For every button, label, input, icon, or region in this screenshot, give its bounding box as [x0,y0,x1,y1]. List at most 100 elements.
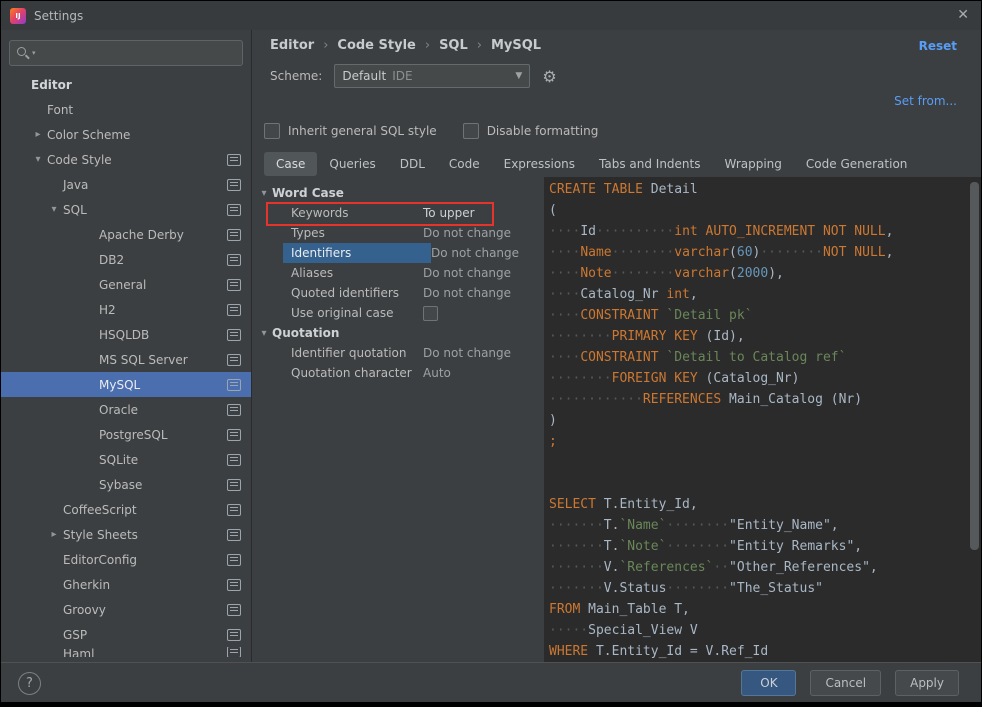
set-from-link[interactable]: Set from... [894,94,957,108]
sidebar-item-h2[interactable]: H2 [1,297,251,322]
option-value[interactable]: Do not change [423,266,511,280]
code-segment: ( [549,203,557,218]
sidebar-item-label: Editor [31,77,72,92]
checkbox-unchecked-icon[interactable] [462,123,479,139]
sidebar-item-groovy[interactable]: Groovy [1,597,251,622]
code-style-scheme-icon [227,328,241,341]
scheme-select[interactable]: Default IDE ▼ [334,64,531,88]
code-segment: , [830,518,839,533]
sidebar-item-haml[interactable]: Haml [1,647,251,657]
code-segment: FOREIGN KEY [611,371,698,386]
option-value[interactable]: Auto [423,366,451,380]
option-row-keywords[interactable]: Keywords To upper [256,202,544,226]
option-label: Aliases [291,266,334,280]
code-style-scheme-icon [227,353,241,366]
search-input[interactable] [40,45,236,61]
tab-case[interactable]: Case [264,152,318,176]
sidebar-item-apache-derby[interactable]: Apache Derby [1,222,251,247]
chevron-down-icon[interactable]: ▾ [47,204,61,215]
code-segment: V.Status [603,581,667,596]
sidebar-item-gsp[interactable]: GSP [1,622,251,647]
sidebar-item-gherkin[interactable]: Gherkin [1,572,251,597]
tab-wrapping[interactable]: Wrapping [713,152,794,176]
option-group-word-case[interactable]: ▾ Word Case [256,183,544,203]
sidebar-item-sybase[interactable]: Sybase [1,472,251,497]
tab-code-generation[interactable]: Code Generation [794,152,919,176]
option-value[interactable]: Do not change [431,246,519,260]
ok-button[interactable]: OK [741,670,797,696]
sidebar-item-font[interactable]: Font [1,97,251,122]
sidebar-item-editorconfig[interactable]: EditorConfig [1,547,251,572]
apply-button[interactable]: Apply [895,670,959,696]
reset-link[interactable]: Reset [919,39,957,53]
tab-code[interactable]: Code [437,152,492,176]
chevron-right-icon[interactable]: ▸ [31,129,45,140]
option-row-quotation-character[interactable]: Quotation character Auto [256,363,544,383]
code-style-scheme-icon [227,453,241,466]
checkbox-item-inherit-general-sql-style[interactable]: Inherit general SQL style [264,123,437,139]
code-line: ·······T.`Note`········"Entity Remarks", [549,536,981,557]
option-value[interactable]: To upper [423,206,475,220]
tab-expressions[interactable]: Expressions [492,152,587,176]
code-segment: ···· [549,245,581,260]
intellij-logo-icon: IJ [10,7,26,24]
option-row-identifier-quotation[interactable]: Identifier quotation Do not change [256,343,544,363]
code-segment: , [689,287,698,302]
checkbox-item-disable-formatting[interactable]: Disable formatting [462,123,598,139]
sidebar-item-java[interactable]: Java [1,172,251,197]
close-icon[interactable]: ✕ [957,7,969,23]
option-value[interactable]: Do not change [423,286,511,300]
sidebar-item-color-scheme[interactable]: ▸ Color Scheme [1,122,251,147]
cancel-button[interactable]: Cancel [810,670,882,696]
sidebar-item-db2[interactable]: DB2 [1,247,251,272]
chevron-right-icon[interactable]: ▸ [47,529,61,540]
sidebar-item-general[interactable]: General [1,272,251,297]
dialog-buttons: OK Cancel Apply [741,670,959,696]
option-label: Use original case [291,306,394,320]
option-row-identifiers[interactable]: Identifiers Do not change [256,243,544,263]
checkbox-unchecked-icon[interactable] [264,123,280,139]
breadcrumb-item-mysql[interactable]: MySQL [491,38,541,53]
sidebar-item-coffeescript[interactable]: CoffeeScript [1,497,251,522]
sidebar-item-hsqldb[interactable]: HSQLDB [1,322,251,347]
breadcrumb-item-editor[interactable]: Editor [270,38,314,53]
sidebar-item-postgresql[interactable]: PostgreSQL [1,422,251,447]
code-style-scheme-icon [227,578,241,591]
settings-search-box[interactable]: ▾ [9,40,243,66]
chevron-down-icon[interactable]: ▾ [256,328,272,339]
search-history-caret-icon[interactable]: ▾ [32,49,36,57]
option-group-quotation[interactable]: ▾ Quotation [256,323,544,343]
sidebar-item-oracle[interactable]: Oracle [1,397,251,422]
code-scrollbar[interactable] [970,182,979,550]
chevron-down-icon[interactable]: ▾ [31,154,45,165]
tab-queries[interactable]: Queries [317,152,387,176]
code-segment: ···· [549,224,581,239]
option-row-quoted-identifiers[interactable]: Quoted identifiers Do not change [256,283,544,303]
tab-ddl[interactable]: DDL [388,152,437,176]
chevron-down-icon[interactable]: ▾ [256,188,272,199]
sidebar-item-ms-sql-server[interactable]: MS SQL Server [1,347,251,372]
sidebar-item-style-sheets[interactable]: ▸ Style Sheets [1,522,251,547]
tab-tabs-and-indents[interactable]: Tabs and Indents [587,152,712,176]
checkbox-unchecked-icon[interactable] [423,305,438,321]
sidebar-item-label: Haml [63,647,95,657]
option-value[interactable]: Do not change [423,226,511,240]
code-line: ············REFERENCES Main_Catalog (Nr) [549,389,981,410]
option-row-use-original-case[interactable]: Use original case [256,303,544,323]
option-row-types[interactable]: Types Do not change [256,223,544,243]
help-button[interactable]: ? [18,671,41,695]
code-segment: Id [580,224,596,239]
breadcrumb-item-sql[interactable]: SQL [439,38,468,53]
option-row-aliases[interactable]: Aliases Do not change [256,263,544,283]
sidebar-item-mysql[interactable]: MySQL [1,372,251,397]
sidebar-item-code-style[interactable]: ▾ Code Style [1,147,251,172]
sidebar-item-sql[interactable]: ▾ SQL [1,197,251,222]
code-style-scheme-icon [227,403,241,416]
sidebar-item-sqlite[interactable]: SQLite [1,447,251,472]
sidebar-item-editor[interactable]: Editor [1,72,251,97]
gear-icon[interactable]: ⚙ [542,67,556,86]
breadcrumb-item-code-style[interactable]: Code Style [337,38,415,53]
option-value[interactable]: Do not change [423,346,511,360]
code-style-scheme-icon [227,528,241,541]
main-panel: Editor › Code Style › SQL › MySQL Reset Scheme… [252,30,981,662]
